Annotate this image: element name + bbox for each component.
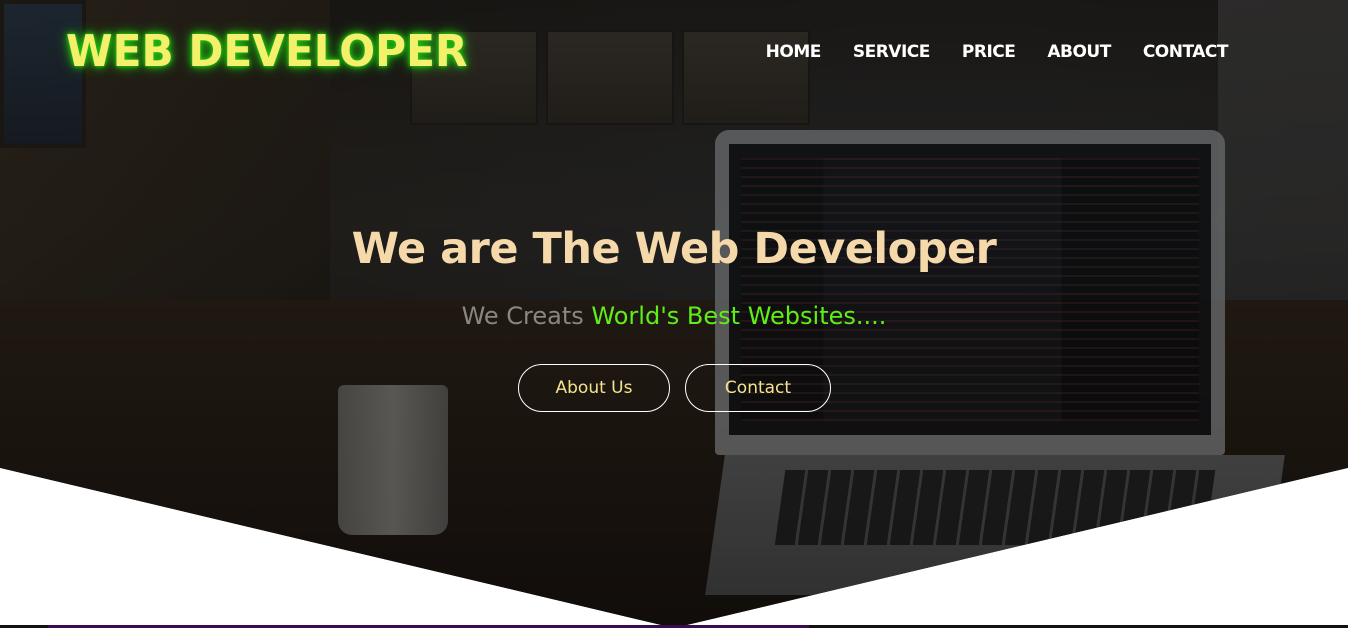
nav-about[interactable]: ABOUT bbox=[1047, 42, 1111, 62]
hero-subheadline: We Creats World's Best Websites.... bbox=[0, 302, 1348, 330]
about-us-button[interactable]: About Us bbox=[518, 364, 670, 412]
subheadline-accent-text: World's Best Websites.... bbox=[591, 302, 887, 330]
nav-home[interactable]: HOME bbox=[766, 42, 822, 62]
main-nav: HOME SERVICE PRICE ABOUT CONTACT bbox=[766, 42, 1229, 62]
hero-banner: WEB DEVELOPER HOME SERVICE PRICE ABOUT C… bbox=[0, 0, 1348, 628]
nav-price[interactable]: PRICE bbox=[962, 42, 1016, 62]
nav-contact[interactable]: CONTACT bbox=[1143, 42, 1229, 62]
contact-button[interactable]: Contact bbox=[685, 364, 831, 412]
hero-headline: We are The Web Developer bbox=[351, 224, 997, 274]
subheadline-muted-text: We Creats bbox=[461, 302, 584, 330]
site-logo[interactable]: WEB DEVELOPER bbox=[66, 26, 467, 77]
hero-actions: About Us Contact bbox=[518, 364, 831, 412]
nav-service[interactable]: SERVICE bbox=[853, 42, 931, 62]
